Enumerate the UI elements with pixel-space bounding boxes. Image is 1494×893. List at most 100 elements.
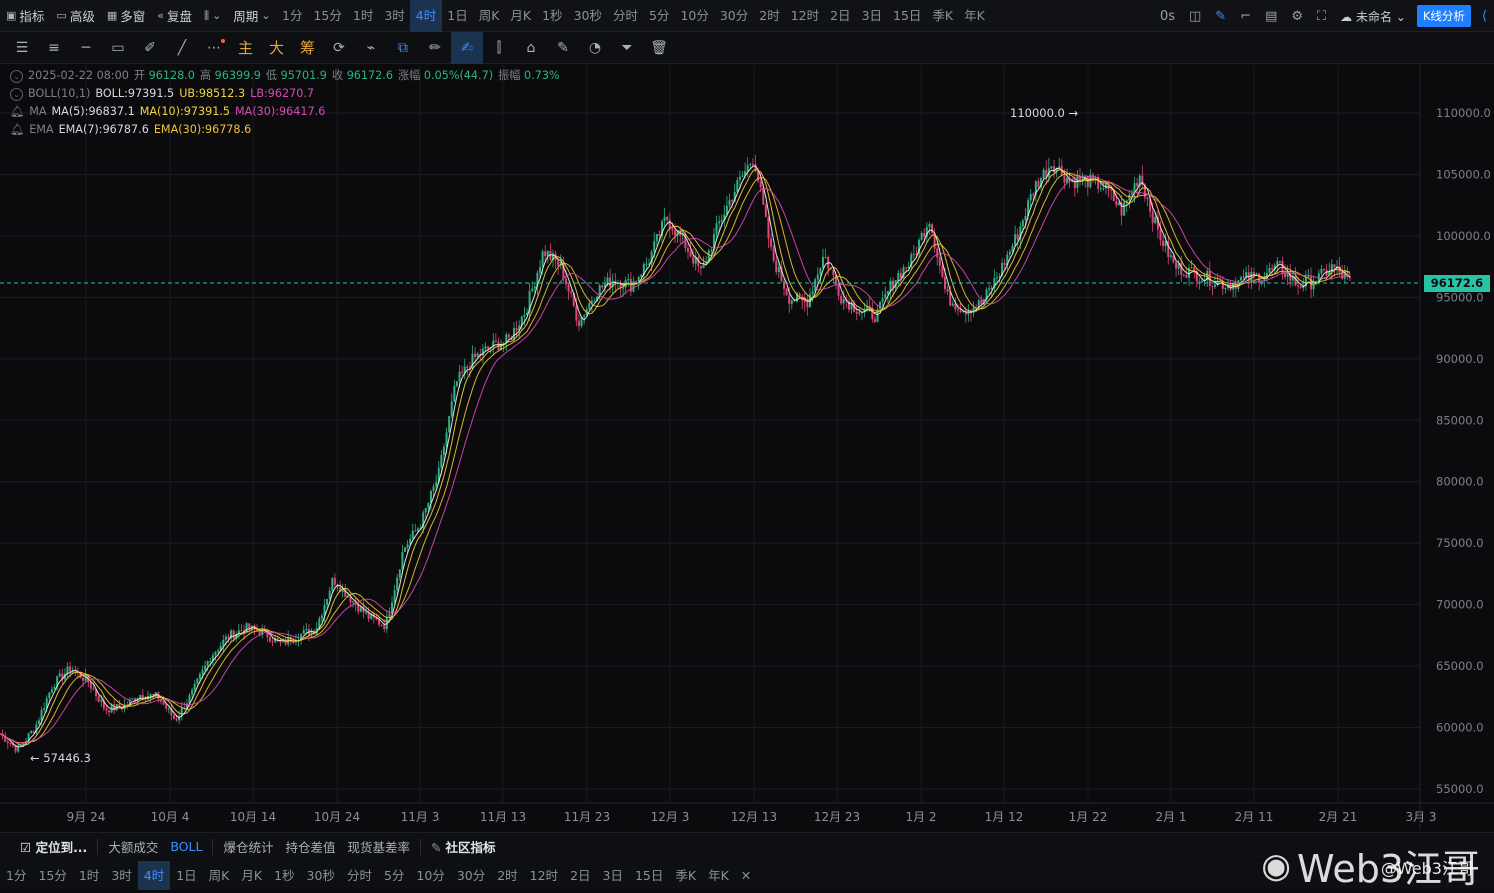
settings-icon[interactable]: ⚙ [1284,9,1310,24]
trash-icon[interactable]: 🗑 [643,32,675,64]
period-tab[interactable]: 1秒 [537,0,568,32]
edit-icon[interactable]: ✎ [547,32,579,64]
candle-body [1008,251,1011,255]
main-indicator-tool[interactable]: 主 [230,32,261,64]
period-tab[interactable]: 30分 [451,861,491,890]
period-tab[interactable]: 5分 [643,0,674,32]
period-tab[interactable]: 2时 [491,861,523,890]
period-tab[interactable]: 月K [235,861,268,890]
k-analysis-button[interactable]: K线分析 [1416,5,1471,27]
period-tab[interactable]: 周K [473,0,505,32]
camera-icon[interactable]: ◫ [1182,9,1208,24]
hamburger-icon[interactable]: ☰ [6,32,38,64]
period-tab[interactable]: 周K [203,861,236,890]
filter-icon[interactable]: ⏷ [611,32,643,64]
period-tab[interactable]: 15分 [32,861,72,890]
basis-tab[interactable]: 现货基差率 [341,837,416,856]
period-tab[interactable]: 30秒 [301,861,341,890]
chart-type-button[interactable]: ⫼ ⌄ [198,0,227,32]
chart-svg[interactable]: 110000.0 105000.0 100000.0 95000.0 90000.0 85… [0,65,1494,830]
lock-icon[interactable]: ⌂ [515,32,547,64]
copy-icon[interactable]: ⧉ [387,32,419,64]
candle-body [1029,194,1032,201]
candlestick-chart[interactable]: 110000.0 105000.0 100000.0 95000.0 90000.0 85… [0,65,1494,830]
replay-button[interactable]: «复盘 [151,0,198,32]
period-tab[interactable]: 3时 [105,861,137,890]
fullscreen-icon[interactable]: ⛶ [1310,9,1333,24]
brush-icon[interactable]: ✍ [451,31,483,64]
big-order-tool[interactable]: 大 [261,32,292,64]
magnet-icon[interactable]: ⌁ [355,32,387,64]
candle-body [53,686,56,690]
calculator-icon[interactable]: ▤ [1258,9,1284,24]
ema-name[interactable]: EMA [29,121,53,139]
period-tab[interactable]: 10分 [675,0,714,32]
period-tab[interactable]: 季K [669,861,702,890]
bars-icon[interactable]: ⫿ [483,32,515,64]
chip-distribution-tool[interactable]: 筹 [292,32,323,64]
period-tab[interactable]: 1时 [73,861,105,890]
period-tab[interactable]: 季K [927,0,959,32]
eraser-icon[interactable]: ◔ [579,32,611,64]
big-trades-tab[interactable]: 大额成交 [102,837,164,856]
layout-dropdown[interactable]: ☁ 未命名 ⌄ [1333,8,1413,25]
period-tab[interactable]: 30秒 [568,0,607,32]
more-tools-icon[interactable]: ⋯ [198,32,230,64]
period-tab[interactable]: 1时 [347,0,378,32]
pencil-icon[interactable]: ✏ [419,32,451,64]
community-indicator-button[interactable]: ✎ 社区指标 [425,837,501,856]
period-tab[interactable]: 分时 [607,0,643,32]
locate-button[interactable]: ☑ 定位到... [14,837,93,856]
period-tab[interactable]: 12时 [524,861,564,890]
period-tab[interactable]: 4时 [410,0,442,32]
period-tab[interactable]: 1分 [0,861,32,890]
period-tab[interactable]: 15日 [888,0,927,32]
period-tab[interactable]: 3日 [856,0,887,32]
indicator-button[interactable]: ▣ 指标 [0,0,50,32]
horizontal-line-icon[interactable]: ─ [70,32,102,64]
bell-icon[interactable]: 🔔︎ [10,103,24,121]
period-tab[interactable]: 月K [505,0,537,32]
period-tab[interactable]: 5分 [378,861,410,890]
collapse-icon[interactable]: ⌄ [10,87,23,101]
lines-icon[interactable]: ≡ [38,32,70,64]
share-icon[interactable]: ⟨ [1475,9,1494,24]
period-tab[interactable]: 1日 [170,861,202,890]
rectangle-icon[interactable]: ▭ [102,32,134,64]
draw-pen-icon[interactable]: ✎ [1208,9,1233,24]
oi-diff-tab[interactable]: 持仓差值 [279,837,341,856]
candle-body [448,416,451,433]
period-tab[interactable]: 1秒 [268,861,300,890]
period-tab[interactable]: 2日 [564,861,596,890]
period-tab[interactable]: 3时 [379,0,410,32]
multiwindow-button[interactable]: ▦ 多窗 [101,0,151,32]
period-tab[interactable]: 12时 [785,0,824,32]
ma-name[interactable]: MA [29,103,46,121]
period-tab[interactable]: 3日 [597,861,629,890]
trend-line-icon[interactable]: ╱ [166,32,198,64]
period-tab[interactable]: 4时 [137,861,171,890]
crop-icon[interactable]: ⌐ [1233,9,1258,24]
period-tab[interactable]: 15日 [629,861,669,890]
close-icon[interactable]: ✕ [735,861,757,890]
period-tab[interactable]: 年K [959,0,991,32]
boll-name[interactable]: BOLL(10,1) [28,85,90,103]
collapse-icon[interactable]: ⌄ [10,69,23,83]
advanced-button[interactable]: ▭ 高级 [50,0,100,32]
sync-icon[interactable]: ⟳ [323,32,355,64]
period-tab[interactable]: 分时 [341,861,378,890]
ruler-icon[interactable]: ✐ [134,32,166,64]
period-tab[interactable]: 1日 [442,0,473,32]
period-tab[interactable]: 10分 [410,861,450,890]
bell-icon[interactable]: 🔔︎ [10,121,24,139]
period-tab[interactable]: 2日 [825,0,856,32]
boll-tab[interactable]: BOLL [164,839,208,854]
candle-body [951,303,954,306]
period-dropdown[interactable]: 周期 ⌄ [227,0,276,32]
period-tab[interactable]: 年K [702,861,735,890]
period-tab[interactable]: 2时 [754,0,785,32]
period-tab[interactable]: 15分 [308,0,347,32]
liq-stats-tab[interactable]: 爆仓统计 [217,837,279,856]
period-tab[interactable]: 30分 [714,0,753,32]
period-tab[interactable]: 1分 [277,0,308,32]
